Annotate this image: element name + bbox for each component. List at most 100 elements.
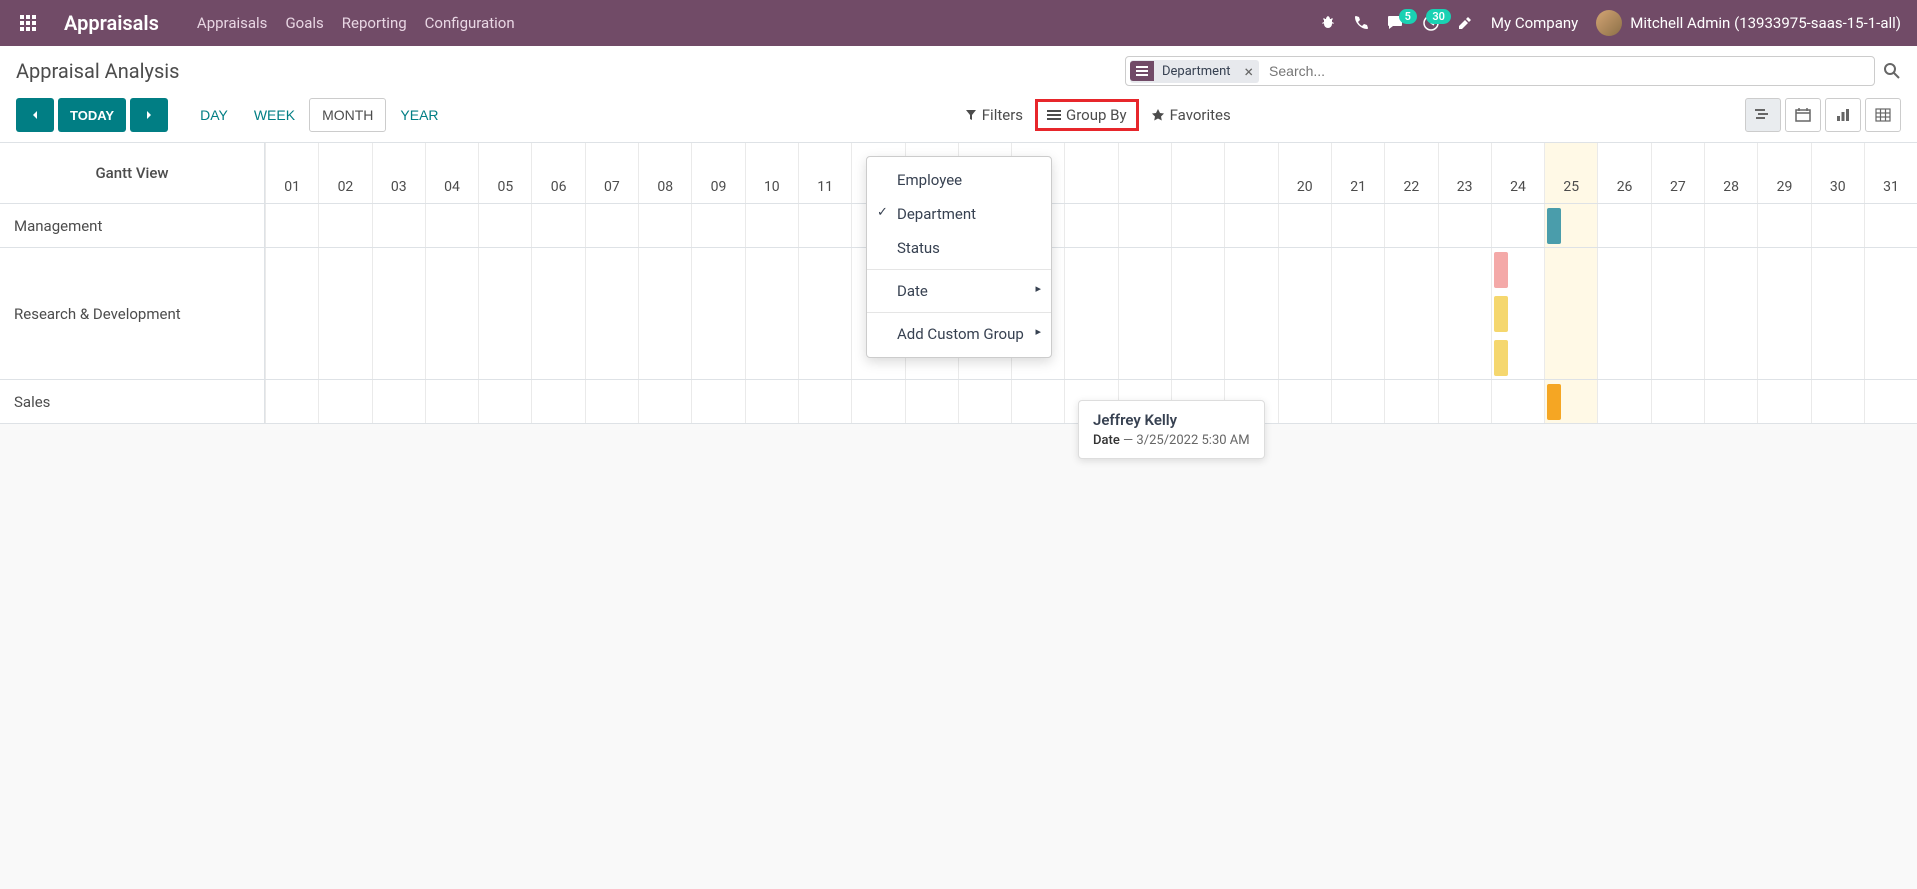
gantt-cell[interactable] [1064,204,1117,247]
gantt-cell[interactable] [1384,248,1437,379]
nav-configuration[interactable]: Configuration [425,14,515,32]
view-pivot-button[interactable] [1865,98,1901,132]
nav-appraisals[interactable]: Appraisals [197,14,268,32]
next-period-button[interactable] [130,98,168,132]
tools-icon[interactable] [1457,15,1473,31]
gantt-cell[interactable] [478,204,531,247]
gantt-cell[interactable] [1491,380,1544,423]
facet-close-icon[interactable]: × [1239,62,1260,81]
view-calendar-button[interactable] [1785,98,1821,132]
gantt-cell[interactable] [1118,248,1171,379]
gantt-cell[interactable] [691,380,744,423]
gantt-cell[interactable] [478,380,531,423]
groupby-department[interactable]: Department [867,197,1051,231]
favorites-toggle[interactable]: Favorites [1139,99,1243,131]
gantt-cell[interactable] [638,380,691,423]
gantt-cell[interactable] [745,204,798,247]
view-graph-button[interactable] [1825,98,1861,132]
gantt-cell[interactable] [1651,248,1704,379]
gantt-cell[interactable] [1224,248,1277,379]
phone-icon[interactable] [1353,15,1369,31]
gantt-cell[interactable] [531,380,584,423]
gantt-cell[interactable] [1331,380,1384,423]
gantt-cell[interactable] [265,380,318,423]
groupby-employee[interactable]: Employee [867,163,1051,197]
gantt-cell[interactable] [1544,204,1597,247]
nav-reporting[interactable]: Reporting [342,14,407,32]
gantt-cell[interactable] [425,380,478,423]
gantt-cell[interactable] [1011,380,1064,423]
gantt-cell[interactable] [1811,380,1864,423]
gantt-cell[interactable] [585,380,638,423]
row-label[interactable]: Research & Development [0,248,265,379]
gantt-bar[interactable] [1547,208,1561,244]
search-input[interactable] [1265,59,1870,83]
gantt-cell[interactable] [1384,380,1437,423]
gantt-cell[interactable] [1704,380,1757,423]
gantt-cell[interactable] [1757,204,1810,247]
gantt-cell[interactable] [1118,204,1171,247]
messages-icon[interactable]: 5 [1387,15,1405,31]
scale-day[interactable]: DAY [188,98,240,132]
gantt-cell[interactable] [372,380,425,423]
groupby-date[interactable]: Date [867,274,1051,308]
gantt-cell[interactable] [425,248,478,379]
groupby-toggle[interactable]: Group By [1035,99,1139,131]
gantt-cell[interactable] [798,248,851,379]
gantt-bar[interactable] [1547,384,1561,420]
gantt-cell[interactable] [1278,204,1331,247]
gantt-cell[interactable] [1864,380,1917,423]
gantt-cell[interactable] [1331,204,1384,247]
search-bar[interactable]: Department × [1125,56,1875,86]
gantt-cell[interactable] [318,204,371,247]
groupby-add-custom[interactable]: Add Custom Group [867,317,1051,351]
gantt-cell[interactable] [531,204,584,247]
gantt-cell[interactable] [585,204,638,247]
gantt-cell[interactable] [1331,248,1384,379]
gantt-cell[interactable] [638,204,691,247]
view-gantt-button[interactable] [1745,98,1781,132]
brand-title[interactable]: Appraisals [64,11,159,35]
gantt-cell[interactable] [1224,204,1277,247]
gantt-cell[interactable] [798,380,851,423]
nav-goals[interactable]: Goals [285,14,323,32]
gantt-cell[interactable] [265,248,318,379]
activities-icon[interactable]: 30 [1423,15,1439,31]
gantt-cell[interactable] [745,248,798,379]
gantt-cell[interactable] [1757,380,1810,423]
scale-year[interactable]: YEAR [388,98,450,132]
gantt-cell[interactable] [691,204,744,247]
groupby-status[interactable]: Status [867,231,1051,265]
gantt-cell[interactable] [1438,248,1491,379]
gantt-cell[interactable] [958,380,1011,423]
gantt-cell[interactable] [1651,204,1704,247]
gantt-cell[interactable] [1704,204,1757,247]
gantt-cell[interactable] [1597,248,1650,379]
gantt-cell[interactable] [1438,204,1491,247]
gantt-cell[interactable] [265,204,318,247]
gantt-cell[interactable] [1171,204,1224,247]
gantt-cell[interactable] [1544,380,1597,423]
gantt-cell[interactable] [1597,380,1650,423]
gantt-cell[interactable] [1384,204,1437,247]
gantt-cell[interactable] [1864,204,1917,247]
gantt-cell[interactable] [1864,248,1917,379]
gantt-cell[interactable] [425,204,478,247]
gantt-cell[interactable] [1171,248,1224,379]
prev-period-button[interactable] [16,98,54,132]
gantt-cell[interactable] [478,248,531,379]
scale-week[interactable]: WEEK [242,98,307,132]
search-icon[interactable] [1883,62,1901,80]
gantt-bar[interactable] [1494,296,1508,332]
gantt-cell[interactable] [1811,204,1864,247]
bug-icon[interactable] [1319,15,1335,31]
gantt-cell[interactable] [1757,248,1810,379]
gantt-cell[interactable] [531,248,584,379]
gantt-bar[interactable] [1494,252,1508,288]
gantt-cell[interactable] [1438,380,1491,423]
row-label[interactable]: Management [0,204,265,247]
gantt-cell[interactable] [1651,380,1704,423]
gantt-cell[interactable] [1597,204,1650,247]
gantt-cell[interactable] [585,248,638,379]
today-button[interactable]: TODAY [58,98,126,132]
